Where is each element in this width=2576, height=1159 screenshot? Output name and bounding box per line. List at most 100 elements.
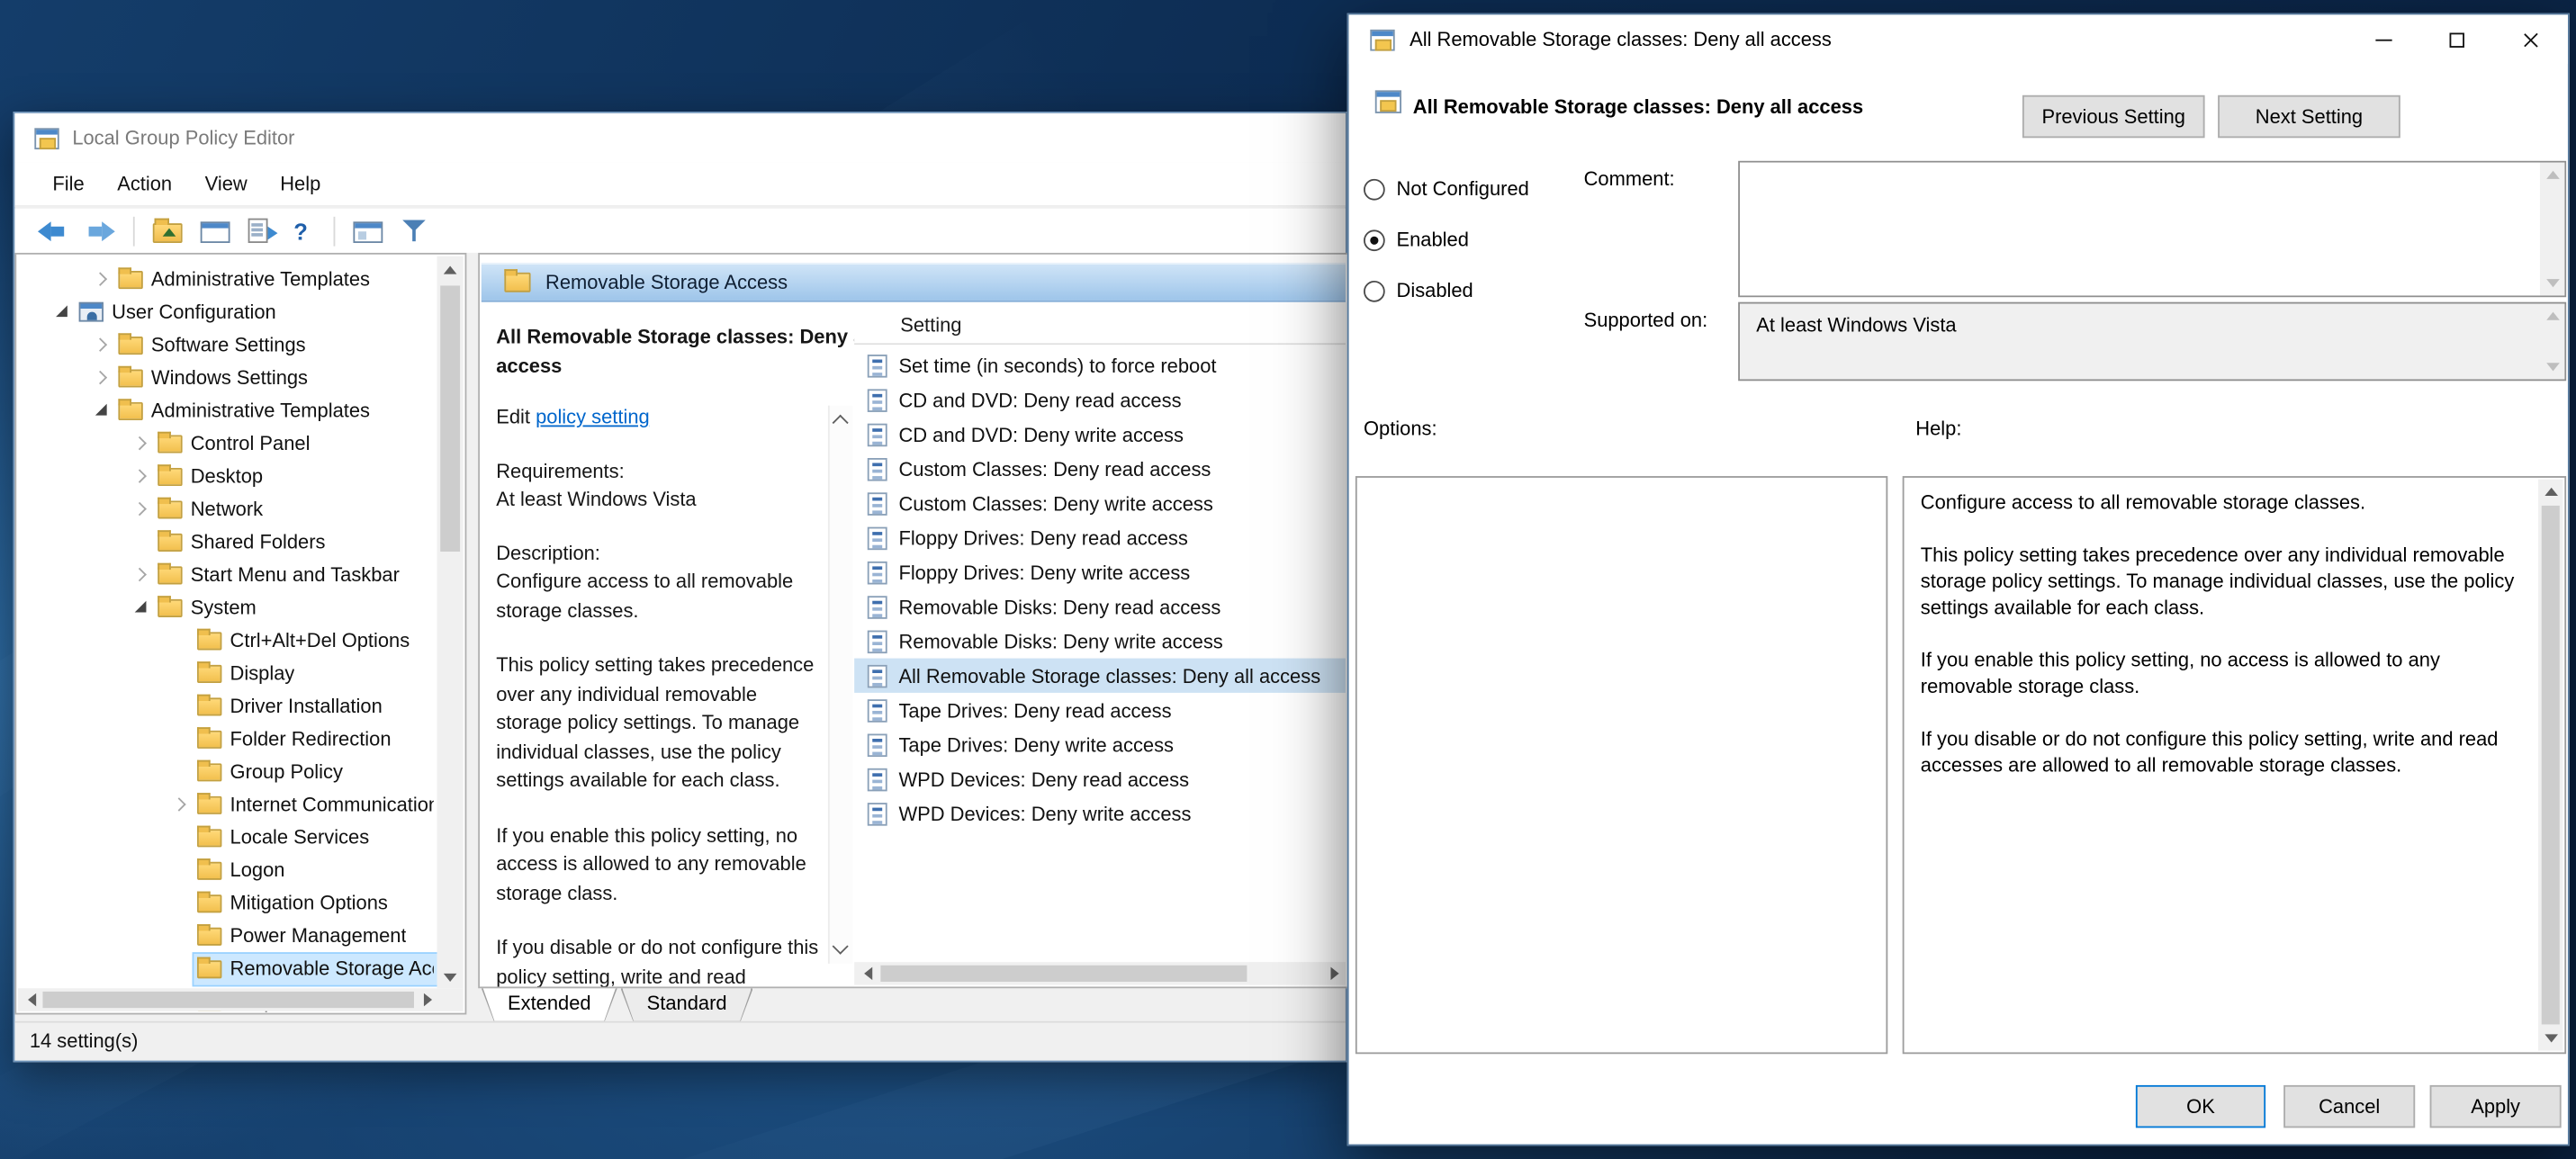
setting-row-wpd-devices-deny-read-access[interactable]: WPD Devices: Deny read access xyxy=(854,762,1346,796)
setting-row-tape-drives-deny-read-access[interactable]: Tape Drives: Deny read access xyxy=(854,693,1346,727)
menu-file[interactable]: File xyxy=(36,173,101,196)
chevron-collapsed-icon[interactable] xyxy=(128,463,154,489)
scrollbar-thumb[interactable] xyxy=(880,966,1247,982)
edit-policy-setting-link[interactable]: policy setting xyxy=(536,406,650,429)
help-scrollbar[interactable] xyxy=(2538,480,2562,1051)
scroll-left-icon[interactable] xyxy=(18,988,42,1011)
scrollbar-thumb[interactable] xyxy=(42,992,414,1008)
scroll-down-icon[interactable] xyxy=(2544,1034,2557,1042)
tree-item-administrative-templates[interactable]: Administrative Templates xyxy=(16,394,437,427)
scroll-left-icon[interactable] xyxy=(854,962,878,985)
tree-item-network[interactable]: Network xyxy=(16,492,437,525)
tree-item-ctrl-alt-del-options[interactable]: Ctrl+Alt+Del Options xyxy=(16,624,437,656)
menu-help[interactable]: Help xyxy=(264,173,338,196)
tree-item-locale-services[interactable]: Locale Services xyxy=(16,821,437,853)
setting-row-removable-disks-deny-read-access[interactable]: Removable Disks: Deny read access xyxy=(854,589,1346,624)
chevron-collapsed-icon[interactable] xyxy=(89,266,115,292)
chevron-collapsed-icon[interactable] xyxy=(128,496,154,522)
list-horizontal-scrollbar[interactable] xyxy=(854,962,1346,985)
menu-action[interactable]: Action xyxy=(101,173,188,196)
tree-item-driver-installation[interactable]: Driver Installation xyxy=(16,689,437,722)
radio-button-icon[interactable] xyxy=(1364,280,1385,301)
tree-item-user-configuration[interactable]: User Configuration xyxy=(16,295,437,328)
setting-row-custom-classes-deny-write-access[interactable]: Custom Classes: Deny write access xyxy=(854,486,1346,520)
previous-setting-button[interactable]: Previous Setting xyxy=(2022,95,2205,138)
console-window-icon[interactable] xyxy=(353,221,383,243)
tree-vertical-scrollbar[interactable] xyxy=(437,256,464,989)
tree-item-windows-settings[interactable]: Windows Settings xyxy=(16,361,437,393)
dialog-titlebar[interactable]: All Removable Storage classes: Deny all … xyxy=(1349,14,2568,64)
tree-item-logon[interactable]: Logon xyxy=(16,854,437,886)
scroll-right-icon[interactable] xyxy=(414,988,438,1011)
scroll-up-icon[interactable] xyxy=(437,256,464,281)
scrollbar-thumb[interactable] xyxy=(440,285,460,552)
tree-item-software-settings[interactable]: Software Settings xyxy=(16,328,437,361)
tree-item-group-policy[interactable]: Group Policy xyxy=(16,755,437,787)
radio-disabled[interactable]: Disabled xyxy=(1364,274,1529,307)
setting-row-floppy-drives-deny-read-access[interactable]: Floppy Drives: Deny read access xyxy=(854,520,1346,554)
next-setting-button[interactable]: Next Setting xyxy=(2218,95,2400,138)
ok-button[interactable]: OK xyxy=(2136,1085,2265,1128)
forward-arrow-icon[interactable] xyxy=(86,218,115,244)
scroll-down-icon[interactable] xyxy=(437,964,464,988)
setting-row-cd-and-dvd-deny-read-access[interactable]: CD and DVD: Deny read access xyxy=(854,382,1346,417)
tree-item-power-management[interactable]: Power Management xyxy=(16,920,437,952)
tab-standard[interactable]: Standard xyxy=(620,988,752,1022)
tree-horizontal-scrollbar[interactable] xyxy=(18,988,438,1011)
close-button[interactable] xyxy=(2494,14,2568,64)
help-icon[interactable]: ? xyxy=(286,218,316,244)
chevron-collapsed-icon[interactable] xyxy=(128,562,154,588)
chevron-collapsed-icon[interactable] xyxy=(167,791,194,817)
setting-row-cd-and-dvd-deny-write-access[interactable]: CD and DVD: Deny write access xyxy=(854,417,1346,451)
chevron-collapsed-icon[interactable] xyxy=(128,430,154,456)
chevron-expanded-icon[interactable] xyxy=(128,594,154,620)
tree-item-removable-storage-access[interactable]: Removable Storage Access xyxy=(16,952,437,984)
setting-row-tape-drives-deny-write-access[interactable]: Tape Drives: Deny write access xyxy=(854,727,1346,761)
chevron-collapsed-icon[interactable] xyxy=(89,332,115,358)
setting-row-set-time-in-seconds-to-force-reboot[interactable]: Set time (in seconds) to force reboot xyxy=(854,348,1346,382)
chevron-collapsed-icon[interactable] xyxy=(89,364,115,391)
setting-label: Removable Disks: Deny write access xyxy=(898,630,1222,653)
tree-item-mitigation-options[interactable]: Mitigation Options xyxy=(16,886,437,919)
setting-row-custom-classes-deny-read-access[interactable]: Custom Classes: Deny read access xyxy=(854,452,1346,486)
cancel-button[interactable]: Cancel xyxy=(2283,1085,2415,1128)
tree-item-folder-redirection[interactable]: Folder Redirection xyxy=(16,723,437,755)
export-list-icon[interactable] xyxy=(248,219,268,243)
up-one-level-icon[interactable] xyxy=(153,223,183,243)
setting-row-all-removable-storage-classes-deny-all-access[interactable]: All Removable Storage classes: Deny all … xyxy=(854,659,1346,693)
radio-enabled[interactable]: Enabled xyxy=(1364,223,1529,256)
tree-item-desktop[interactable]: Desktop xyxy=(16,460,437,492)
tree-item-internet-communication-management[interactable]: Internet Communication Management xyxy=(16,788,437,821)
scroll-up-icon[interactable] xyxy=(833,415,849,431)
setting-row-wpd-devices-deny-write-access[interactable]: WPD Devices: Deny write access xyxy=(854,796,1346,831)
setting-row-removable-disks-deny-write-access[interactable]: Removable Disks: Deny write access xyxy=(854,624,1346,658)
comment-input[interactable] xyxy=(1740,163,2540,296)
scroll-up-icon[interactable] xyxy=(2544,488,2557,496)
setting-column-header[interactable]: Setting xyxy=(854,309,1346,345)
tree-item-control-panel[interactable]: Control Panel xyxy=(16,427,437,459)
setting-row-floppy-drives-deny-write-access[interactable]: Floppy Drives: Deny write access xyxy=(854,555,1346,589)
minimize-button[interactable] xyxy=(2346,14,2420,64)
radio-button-icon[interactable] xyxy=(1364,178,1385,200)
menu-view[interactable]: View xyxy=(188,173,264,196)
scroll-right-icon[interactable] xyxy=(1321,962,1346,985)
tree-item-start-menu-and-taskbar[interactable]: Start Menu and Taskbar xyxy=(16,558,437,590)
tree-item-display[interactable]: Display xyxy=(16,657,437,689)
radio-not-configured[interactable]: Not Configured xyxy=(1364,173,1529,205)
scrollbar-thumb[interactable] xyxy=(2542,506,2560,1025)
tree-item-shared-folders[interactable]: Shared Folders xyxy=(16,526,437,558)
tree-item-system[interactable]: System xyxy=(16,591,437,624)
show-console-tree-icon[interactable] xyxy=(201,221,230,243)
scroll-down-icon[interactable] xyxy=(833,939,849,955)
chevron-expanded-icon[interactable] xyxy=(89,398,115,424)
maximize-button[interactable] xyxy=(2420,14,2494,64)
radio-button-icon[interactable] xyxy=(1364,229,1385,251)
chevron-expanded-icon[interactable] xyxy=(50,299,76,325)
apply-button[interactable]: Apply xyxy=(2430,1085,2562,1128)
gpe-titlebar[interactable]: Local Group Policy Editor xyxy=(14,113,1345,163)
tree-item-administrative-templates[interactable]: Administrative Templates xyxy=(16,263,437,295)
filter-icon[interactable] xyxy=(401,219,430,245)
tab-extended[interactable]: Extended xyxy=(482,988,617,1022)
back-arrow-icon[interactable] xyxy=(38,218,68,244)
description-scrollbar[interactable] xyxy=(828,406,852,964)
